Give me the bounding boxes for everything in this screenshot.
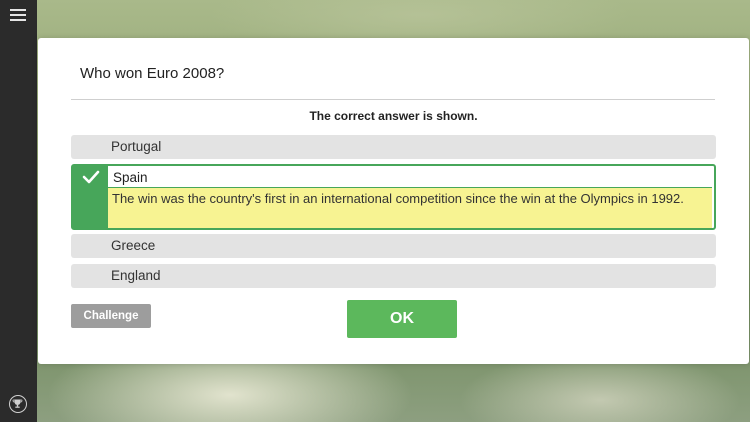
answer-option-england[interactable]: England bbox=[71, 264, 716, 288]
ok-button[interactable]: OK bbox=[347, 300, 457, 338]
answer-option-portugal[interactable]: Portugal bbox=[71, 135, 716, 159]
hamburger-menu-icon[interactable] bbox=[10, 9, 26, 22]
answer-label: Spain bbox=[113, 170, 148, 185]
correct-indicator bbox=[73, 166, 108, 228]
status-text: The correct answer is shown. bbox=[309, 109, 478, 123]
trophy-icon[interactable] bbox=[9, 395, 27, 413]
question-text: Who won Euro 2008? bbox=[80, 65, 225, 82]
answer-option-greece[interactable]: Greece bbox=[71, 234, 716, 258]
answer-explanation: The win was the country's first in an in… bbox=[108, 188, 712, 228]
answer-label: Portugal bbox=[111, 139, 162, 154]
question-dialog: Who won Euro 2008? The correct answer is… bbox=[38, 38, 749, 364]
answer-label: England bbox=[111, 268, 161, 283]
answer-label: Greece bbox=[111, 238, 156, 253]
answer-option-spain-correct[interactable]: Spain The win was the country's first in… bbox=[71, 164, 716, 230]
sidebar bbox=[0, 0, 37, 422]
checkmark-icon bbox=[82, 170, 100, 184]
challenge-button[interactable]: Challenge bbox=[71, 304, 151, 328]
divider bbox=[71, 99, 715, 100]
